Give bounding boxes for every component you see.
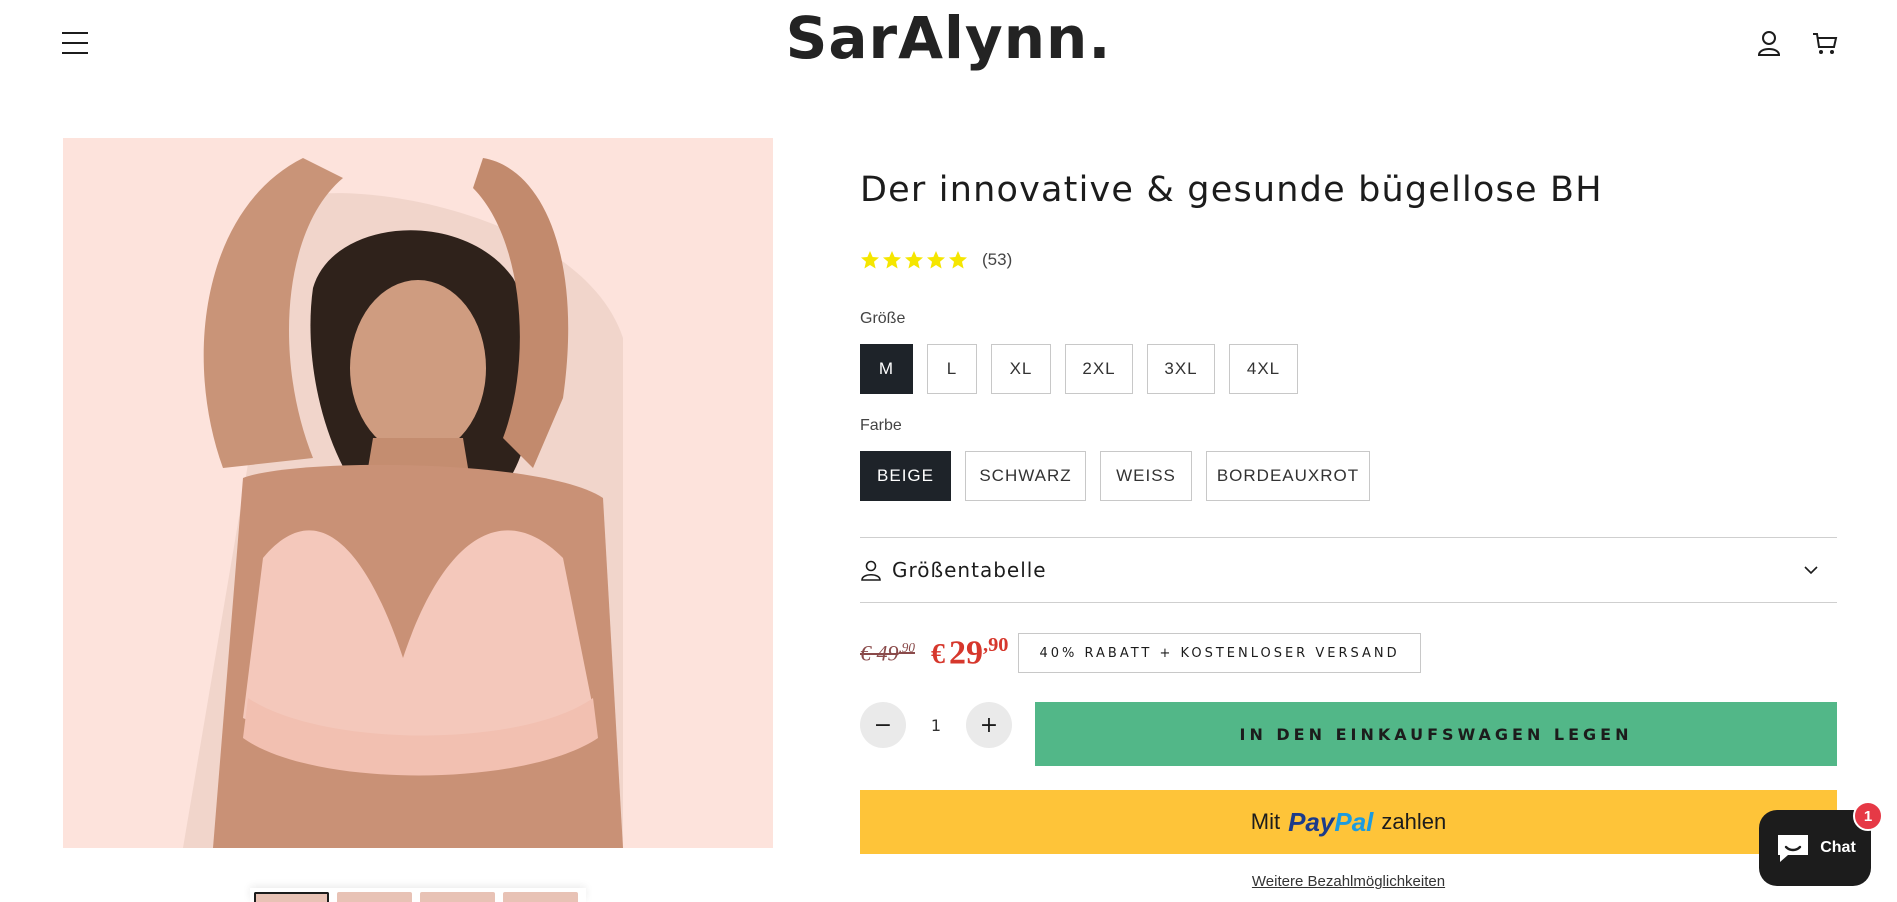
star-icon: [927, 251, 945, 269]
discount-badge: 40% RABATT + KOSTENLOSER VERSAND: [1018, 633, 1421, 673]
thumbnail-1[interactable]: [254, 892, 329, 902]
product-photo: [63, 138, 773, 848]
size-option-4xl[interactable]: 4XL: [1229, 344, 1298, 394]
chat-label: Chat: [1820, 839, 1856, 856]
color-option-weiss[interactable]: WEISS: [1100, 451, 1192, 501]
product-title: Der innovative & gesunde bügellose BH: [860, 170, 1603, 210]
star-icon: [861, 251, 879, 269]
quantity-increase-button[interactable]: +: [966, 702, 1012, 748]
product-rating[interactable]: (53): [860, 250, 1012, 270]
color-option-schwarz[interactable]: SCHWARZ: [965, 451, 1086, 501]
chat-notification-badge: 1: [1853, 801, 1883, 831]
size-option-3xl[interactable]: 3XL: [1147, 344, 1215, 394]
thumbnail-3[interactable]: [420, 892, 495, 902]
color-label: Farbe: [860, 417, 902, 434]
old-price: € 49,90: [860, 639, 915, 666]
quantity-input[interactable]: 1: [906, 716, 966, 735]
sale-price: €29,90: [930, 633, 1009, 672]
user-outline-icon: [861, 560, 881, 581]
paypal-logo: PayPal: [1288, 806, 1374, 837]
size-option-m[interactable]: M: [860, 344, 913, 394]
color-option-beige[interactable]: BEIGE: [860, 451, 951, 501]
paypal-button[interactable]: Mit PayPal zahlen: [860, 790, 1837, 854]
size-label: Größe: [860, 310, 906, 327]
more-payment-options-link[interactable]: Weitere Bezahlmöglichkeiten: [860, 873, 1837, 890]
star-rating: [860, 250, 968, 270]
quantity-stepper: − 1 +: [860, 702, 1012, 748]
size-chart-accordion[interactable]: Größentabelle: [860, 537, 1837, 603]
product-main-image[interactable]: [63, 138, 773, 848]
size-options: M L XL 2XL 3XL 4XL: [860, 344, 1298, 394]
thumbnail-strip: [250, 888, 586, 902]
thumbnail-2[interactable]: [337, 892, 412, 902]
star-icon: [905, 251, 923, 269]
paypal-suffix: zahlen: [1381, 809, 1447, 834]
chevron-down-icon: [1804, 566, 1818, 575]
size-chart-label: Größentabelle: [892, 558, 1047, 582]
star-icon: [883, 251, 901, 269]
star-icon: [949, 251, 967, 269]
thumbnail-4[interactable]: [503, 892, 578, 902]
color-option-bordeauxrot[interactable]: BORDEAUXROT: [1206, 451, 1370, 501]
size-option-l[interactable]: L: [927, 344, 977, 394]
chat-bubble-icon: [1778, 835, 1809, 862]
quantity-decrease-button[interactable]: −: [860, 702, 906, 748]
color-options: BEIGE SCHWARZ WEISS BORDEAUXROT: [860, 451, 1370, 501]
paypal-prefix: Mit: [1250, 809, 1281, 834]
price-row: € 49,90 €29,90 40% RABATT + KOSTENLOSER …: [860, 628, 1421, 678]
add-to-cart-button[interactable]: IN DEN EINKAUFSWAGEN LEGEN: [1035, 702, 1837, 766]
review-count[interactable]: (53): [982, 250, 1012, 270]
size-option-xl[interactable]: XL: [991, 344, 1051, 394]
product-info: Der innovative & gesunde bügellose BH (5…: [860, 0, 1837, 902]
size-option-2xl[interactable]: 2XL: [1065, 344, 1133, 394]
